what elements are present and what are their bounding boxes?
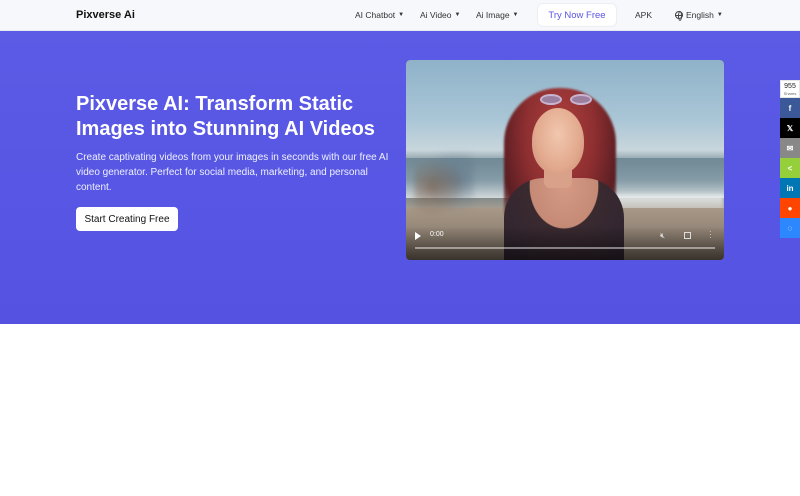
nav-apk-link[interactable]: APK [635,10,652,20]
hero-video-player[interactable]: 0:00 🔇︎ · · · [406,60,724,260]
share-sidebar: 955 Shares f 𝕏 ✉ < in ● ◌ [780,80,800,238]
share-count: 955 Shares [780,80,800,98]
nav-ai-image-label: Ai Image [476,10,510,20]
nav-ai-video[interactable]: Ai Video ▼ [420,10,460,20]
video-frame-face [532,108,584,174]
brand-logo[interactable]: Pixverse Ai [76,9,135,21]
share-count-number: 955 [784,82,796,90]
chevron-down-icon: ▼ [454,12,461,18]
nav-ai-chatbot[interactable]: AI Chatbot ▼ [355,10,404,20]
video-frame-sunglasses [540,92,600,108]
video-frame-background-people [414,152,474,222]
hero-description: Create captivating videos from your imag… [76,152,389,193]
hero-title: Pixverse AI: Transform Static Images int… [76,93,375,140]
more-options-icon[interactable]: · · · [709,228,712,242]
nav-ai-chatbot-label: AI Chatbot [355,10,396,20]
fullscreen-icon[interactable] [684,232,691,239]
play-icon[interactable] [415,232,421,240]
video-controls-overlay [406,226,724,260]
language-label: English [686,10,714,20]
navbar: Pixverse Ai AI Chatbot ▼ Ai Video ▼ Ai I… [0,0,800,31]
try-now-free-button[interactable]: Try Now Free [538,4,616,26]
reddit-icon[interactable]: ● [780,198,800,218]
email-icon[interactable]: ✉ [780,138,800,158]
sharethis-icon[interactable]: < [780,158,800,178]
share-count-label: Shares [783,90,797,96]
nav-ai-video-label: Ai Video [420,10,452,20]
chevron-down-icon: ▼ [716,12,723,18]
x-twitter-icon[interactable]: 𝕏 [780,118,800,138]
video-progress-bar[interactable] [415,247,715,249]
language-selector[interactable]: English ▼ [675,10,723,21]
nav-ai-image[interactable]: Ai Image ▼ [476,10,519,20]
mute-icon[interactable]: 🔇︎ [660,231,665,241]
chevron-down-icon: ▼ [512,12,519,18]
globe-icon [675,11,683,21]
chevron-down-icon: ▼ [398,12,405,18]
start-creating-free-button[interactable]: Start Creating Free [76,207,178,231]
messenger-icon[interactable]: ◌ [780,218,800,238]
linkedin-icon[interactable]: in [780,178,800,198]
video-time: 0:00 [430,231,444,238]
facebook-icon[interactable]: f [780,98,800,118]
